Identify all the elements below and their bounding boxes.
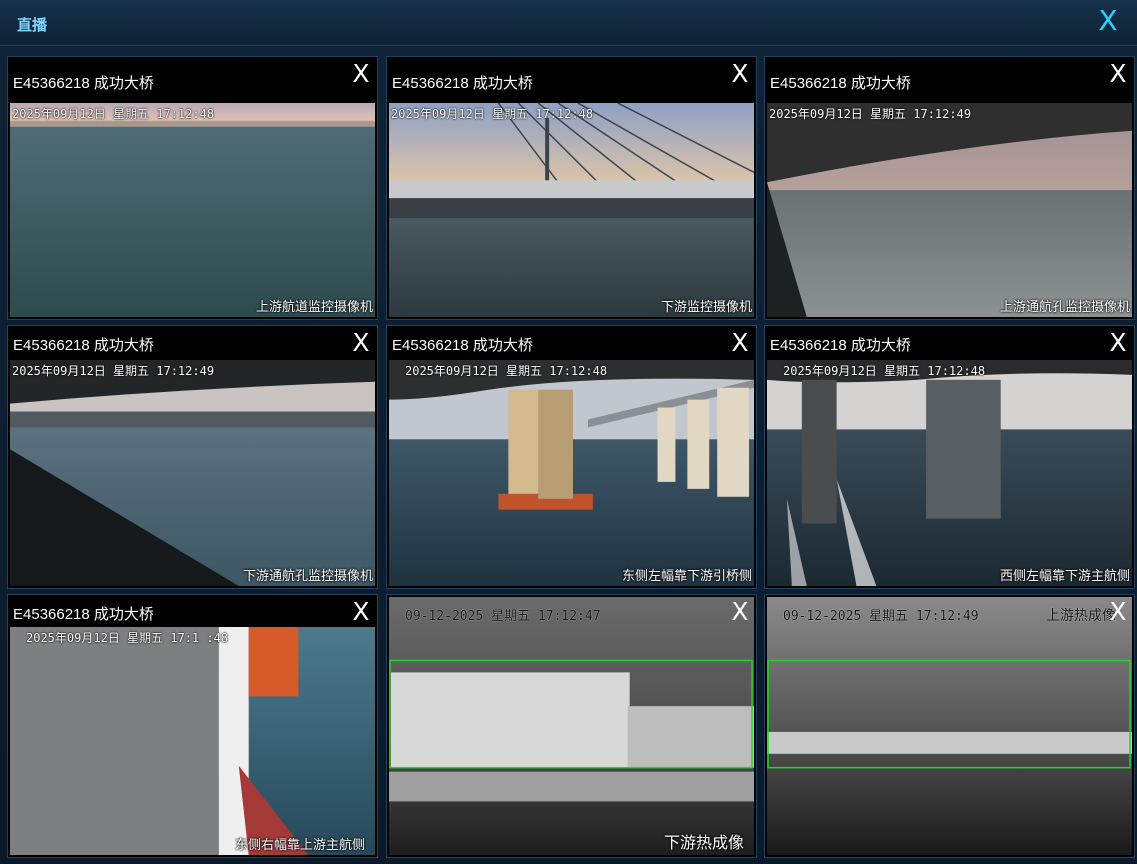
video-timestamp: 09-12-2025 星期五 17:12:49	[783, 609, 979, 624]
video-caption: 下游监控摄像机	[660, 300, 752, 315]
close-tile-button[interactable]: X	[1107, 59, 1129, 89]
tile-header: E45366218 成功大桥 X	[387, 326, 756, 360]
camera-tile[interactable]: E45366218 成功大桥 X 2025年09月12日 星期五 17:12:4…	[7, 56, 378, 320]
video-caption: 东侧右幅靠上游主航侧	[234, 838, 365, 853]
video-feed[interactable]: 2025年09月12日 星期五 17:12:48 上游航道监控摄像机	[10, 103, 375, 317]
tile-header: E45366218 成功大桥 X	[765, 57, 1134, 103]
video-caption: 西侧左幅靠下游主航侧	[999, 569, 1130, 584]
video-timestamp: 2025年09月12日 星期五 17:12:48	[783, 364, 986, 378]
camera-name: E45366218 成功大桥	[770, 337, 911, 354]
video-caption: 东侧左幅靠下游引桥侧	[621, 569, 752, 584]
tile-header: E45366218 成功大桥 X	[387, 57, 756, 103]
tile-header: E45366218 成功大桥 X	[8, 595, 377, 627]
video-caption: 上游航道监控摄像机	[255, 300, 373, 315]
tile-header: E45366218 成功大桥 X	[765, 326, 1134, 360]
camera-tile[interactable]: E45366218 成功大桥 X 2025年09月12日 星期五 17:12:4…	[7, 325, 378, 589]
camera-tile[interactable]: E45366218 成功大桥 X 2025年09月12日 星期五 17:1 :4…	[7, 594, 378, 858]
video-frame	[767, 597, 1132, 855]
close-tile-button[interactable]: X	[350, 59, 372, 89]
video-frame	[389, 103, 754, 317]
video-timestamp: 09-12-2025 星期五 17:12:47	[405, 609, 601, 624]
video-caption: 下游通航孔监控摄像机	[242, 569, 373, 584]
video-feed[interactable]: 2025年09月12日 星期五 17:12:49 上游通航孔监控摄像机	[767, 103, 1132, 317]
video-feed[interactable]: 2025年09月12日 星期五 17:12:48 西侧左幅靠下游主航侧	[767, 360, 1132, 586]
video-caption: 上游热成像	[1046, 608, 1116, 624]
camera-name: E45366218 成功大桥	[770, 75, 911, 92]
video-frame	[389, 360, 754, 586]
video-timestamp: 2025年09月12日 星期五 17:12:48	[391, 107, 594, 121]
video-caption: 上游通航孔监控摄像机	[999, 300, 1130, 315]
camera-tile[interactable]: X 09-12-2025 星期五 17:12:49 上游热成像	[764, 594, 1135, 858]
camera-name: E45366218 成功大桥	[13, 75, 154, 92]
camera-name: E45366218 成功大桥	[392, 75, 533, 92]
video-frame	[389, 597, 754, 855]
video-frame	[10, 360, 375, 586]
video-feed[interactable]: 2025年09月12日 星期五 17:12:49 下游通航孔监控摄像机	[10, 360, 375, 586]
video-feed[interactable]: 2025年09月12日 星期五 17:12:48 下游监控摄像机	[389, 103, 754, 317]
video-timestamp: 2025年09月12日 星期五 17:12:49	[769, 107, 972, 121]
camera-name: E45366218 成功大桥	[13, 606, 154, 623]
video-feed[interactable]: 2025年09月12日 星期五 17:12:48 东侧左幅靠下游引桥侧	[389, 360, 754, 586]
close-tile-button[interactable]: X	[350, 328, 372, 358]
camera-tile[interactable]: E45366218 成功大桥 X 2025年09月12日 星期五 17:12:4…	[386, 325, 757, 589]
camera-tile[interactable]: E45366218 成功大桥 X 2025年09月12日 星期五 17:12:4…	[764, 325, 1135, 589]
live-view-window: 直播 X E45366218 成功大桥 X 2025年09月12日 星期五 17…	[0, 0, 1137, 864]
video-timestamp: 2025年09月12日 星期五 17:12:48	[405, 364, 608, 378]
video-frame	[10, 103, 375, 317]
video-frame	[10, 627, 375, 855]
close-tile-button[interactable]: X	[1107, 597, 1129, 627]
tile-header: E45366218 成功大桥 X	[8, 57, 377, 103]
video-timestamp: 2025年09月12日 星期五 17:12:48	[12, 107, 215, 121]
video-feed[interactable]: 09-12-2025 星期五 17:12:49 上游热成像	[767, 597, 1132, 855]
camera-name: E45366218 成功大桥	[392, 337, 533, 354]
close-tile-button[interactable]: X	[729, 597, 751, 627]
close-tile-button[interactable]: X	[350, 597, 372, 627]
close-tile-button[interactable]: X	[729, 328, 751, 358]
video-frame	[767, 103, 1132, 317]
camera-name: E45366218 成功大桥	[13, 337, 154, 354]
tile-header: E45366218 成功大桥 X	[8, 326, 377, 360]
video-timestamp: 2025年09月12日 星期五 17:1 :48	[26, 631, 229, 645]
close-tile-button[interactable]: X	[1107, 328, 1129, 358]
camera-tile[interactable]: X 09-12-2025 星期五 17:12:47 下游热成像	[386, 594, 757, 858]
video-timestamp: 2025年09月12日 星期五 17:12:49	[12, 364, 215, 378]
camera-grid: E45366218 成功大桥 X 2025年09月12日 星期五 17:12:4…	[0, 0, 1137, 864]
camera-tile[interactable]: E45366218 成功大桥 X 2025年09月12日 星期五 17:12:4…	[386, 56, 757, 320]
video-feed[interactable]: 2025年09月12日 星期五 17:1 :48 东侧右幅靠上游主航侧	[10, 627, 375, 855]
close-tile-button[interactable]: X	[729, 59, 751, 89]
camera-tile[interactable]: E45366218 成功大桥 X 2025年09月12日 星期五 17:12:4…	[764, 56, 1135, 320]
video-frame	[767, 360, 1132, 586]
video-caption: 下游热成像	[663, 833, 744, 852]
video-feed[interactable]: 09-12-2025 星期五 17:12:47 下游热成像	[389, 597, 754, 855]
